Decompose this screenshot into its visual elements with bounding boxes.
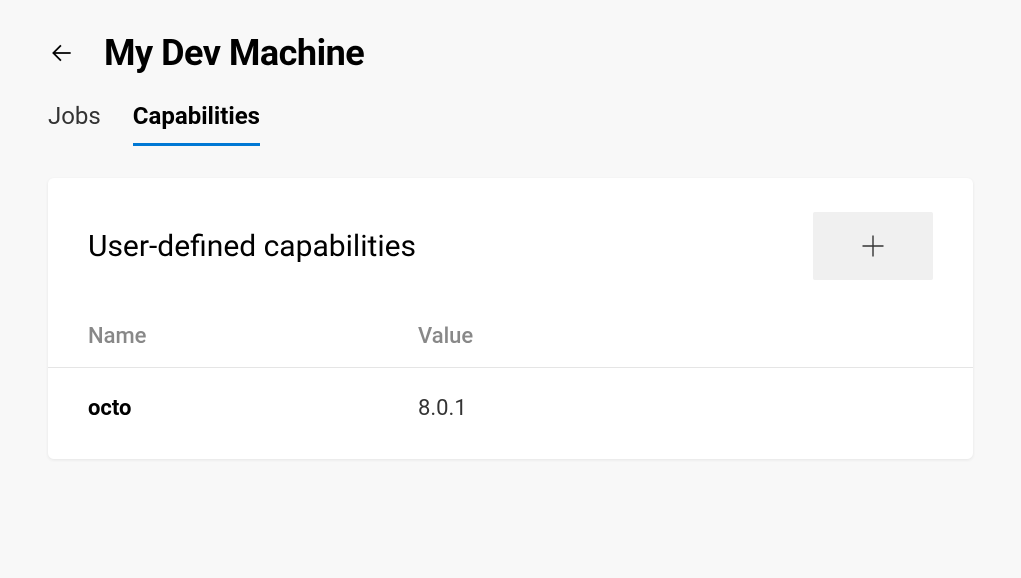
table-header: Name Value [48,300,973,368]
add-capability-button[interactable] [813,212,933,280]
card-header: User-defined capabilities [48,178,973,300]
column-header-name: Name [88,324,418,349]
capabilities-table: Name Value octo 8.0.1 [48,300,973,459]
capabilities-card: User-defined capabilities Name Value oct… [48,178,973,459]
plus-icon [859,232,887,260]
page-header: My Dev Machine [0,0,1021,94]
tab-jobs[interactable]: Jobs [48,102,101,146]
capability-name: octo [88,396,418,421]
capability-value: 8.0.1 [418,396,933,421]
page-title: My Dev Machine [104,32,364,74]
table-row: octo 8.0.1 [48,368,973,459]
card-title: User-defined capabilities [88,229,416,264]
column-header-value: Value [418,324,933,349]
tabs-container: Jobs Capabilities [0,94,1021,146]
back-button[interactable] [48,39,76,67]
tab-capabilities[interactable]: Capabilities [133,102,260,146]
arrow-left-icon [49,40,75,66]
